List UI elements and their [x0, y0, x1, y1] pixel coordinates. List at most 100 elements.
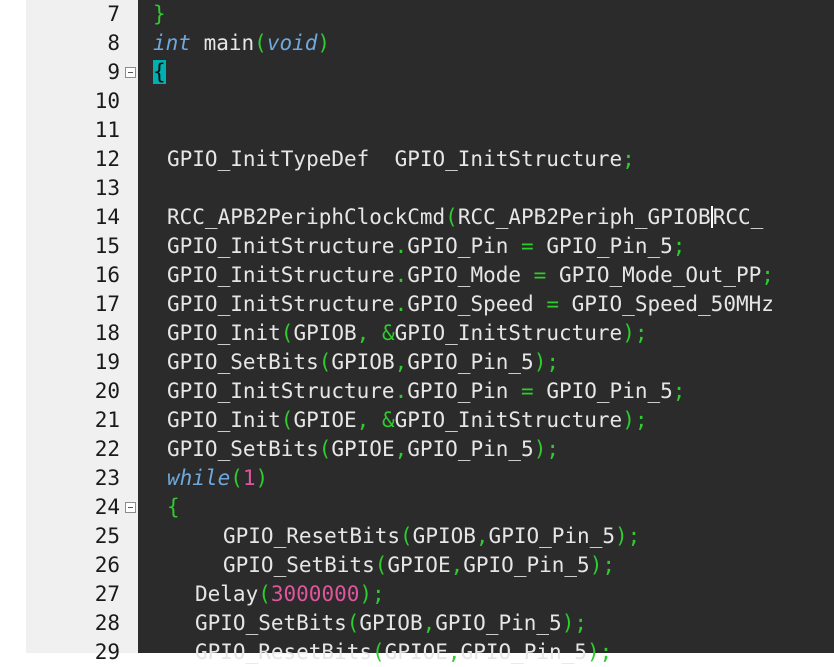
identifier: GPIOE — [387, 553, 451, 577]
line-number: 23 — [94, 466, 120, 490]
operator: = — [521, 379, 534, 403]
code-editor[interactable]: 7 8 9 10 11 12 13 14 15 16 17 18 19 20 2… — [0, 0, 834, 664]
identifier: GPIOB — [359, 611, 423, 635]
code-line[interactable]: } — [153, 0, 166, 29]
punctuation: ( — [280, 321, 294, 345]
punctuation: ( — [400, 524, 413, 548]
punctuation: ; — [672, 379, 686, 403]
function-name: GPIO_SetBits — [223, 553, 375, 577]
identifier: RCC_APB2Periph_GPIOB — [457, 205, 711, 229]
code-line[interactable]: GPIO_InitStructure.GPIO_Pin = GPIO_Pin_5… — [167, 232, 685, 261]
function-name: GPIO_Init — [167, 408, 281, 432]
identifier: GPIO_Pin_5 — [533, 234, 673, 258]
code-line[interactable]: GPIO_Init(GPIOE, &GPIO_InitStructure); — [167, 406, 647, 435]
punctuation: , & — [356, 321, 395, 345]
punctuation: ( — [346, 611, 360, 635]
identifier: GPIO_Pin_5 — [435, 611, 562, 635]
identifier: GPIOB — [331, 350, 395, 374]
function-name: GPIO_ResetBits — [195, 640, 373, 664]
function-name: GPIO_SetBits — [195, 611, 347, 635]
punctuation: , & — [356, 408, 395, 432]
punctuation: ); — [586, 640, 613, 664]
identifier: GPIO_Pin_5 — [407, 437, 534, 461]
code-line[interactable]: Delay(3000000); — [195, 580, 385, 609]
punctuation: ); — [533, 350, 559, 374]
code-line[interactable]: int main(void) — [153, 29, 330, 58]
closing-brace: } — [153, 2, 166, 26]
punctuation: ); — [589, 553, 615, 577]
punctuation: , — [394, 437, 408, 461]
fold-collapse-icon[interactable] — [125, 67, 136, 78]
function-name: GPIO_ResetBits — [223, 524, 401, 548]
punctuation: ) — [317, 31, 331, 55]
line-number: 14 — [94, 205, 120, 229]
code-line[interactable]: GPIO_InitTypeDef GPIO_InitStructure; — [167, 145, 635, 174]
function-name: RCC_APB2PeriphClockCmd — [167, 205, 446, 229]
code-line[interactable]: GPIO_SetBits(GPIOB,GPIO_Pin_5); — [195, 609, 587, 638]
punctuation: , — [475, 524, 489, 548]
line-number: 20 — [94, 379, 120, 403]
code-line[interactable]: GPIO_InitStructure.GPIO_Speed = GPIO_Spe… — [167, 290, 774, 319]
identifier: GPIO_InitStructure — [167, 379, 395, 403]
punctuation: ( — [374, 553, 388, 577]
line-number: 21 — [94, 408, 120, 432]
identifier: GPIO_Speed_50MHz — [558, 292, 774, 316]
identifier: GPIO_Pin — [407, 234, 522, 258]
identifier: GPIO_Pin_5 — [488, 524, 615, 548]
line-number: 8 — [107, 31, 120, 55]
punctuation: , — [450, 553, 464, 577]
line-number: 12 — [94, 147, 120, 171]
code-line[interactable]: { — [153, 58, 166, 87]
code-line[interactable]: GPIO_SetBits(GPIOE,GPIO_Pin_5); — [167, 435, 559, 464]
identifier: GPIO_Mode — [407, 263, 534, 287]
line-number: 28 — [94, 611, 120, 635]
line-number: 24 — [94, 495, 120, 519]
line-number: 13 — [94, 176, 120, 200]
punctuation: . — [394, 379, 408, 403]
code-line[interactable]: GPIO_ResetBits(GPIOB,GPIO_Pin_5); — [223, 522, 640, 551]
line-number: 17 — [94, 292, 120, 316]
code-line[interactable]: RCC_APB2PeriphClockCmd(RCC_APB2Periph_GP… — [167, 203, 763, 232]
punctuation: . — [394, 263, 408, 287]
line-number: 7 — [107, 2, 120, 26]
identifier: GPIO_InitStructure — [167, 234, 395, 258]
line-number: 22 — [94, 437, 120, 461]
code-line[interactable]: GPIO_InitStructure.GPIO_Mode = GPIO_Mode… — [167, 261, 774, 290]
punctuation: ( — [258, 582, 271, 606]
punctuation: ( — [280, 408, 294, 432]
punctuation: . — [394, 234, 408, 258]
punctuation: ( — [318, 437, 332, 461]
code-line[interactable]: GPIO_SetBits(GPIOE,GPIO_Pin_5); — [223, 551, 615, 580]
code-line[interactable]: GPIO_Init(GPIOB, &GPIO_InitStructure); — [167, 319, 647, 348]
opening-brace: { — [167, 495, 180, 519]
identifier: GPIOE — [384, 640, 448, 664]
line-number: 19 — [94, 350, 120, 374]
function-name: GPIO_SetBits — [167, 437, 319, 461]
identifier: GPIO_Speed — [407, 292, 547, 316]
line-number: 18 — [94, 321, 120, 345]
keyword: int — [153, 31, 191, 55]
punctuation: ); — [533, 437, 559, 461]
code-line[interactable]: GPIO_InitStructure.GPIO_Pin = GPIO_Pin_5… — [167, 377, 685, 406]
punctuation: ( — [318, 350, 332, 374]
function-name: GPIO_Init — [167, 321, 281, 345]
code-line[interactable]: while(1) — [167, 464, 268, 493]
line-number: 9 — [107, 60, 120, 84]
fold-margin[interactable] — [124, 0, 138, 653]
matched-brace-highlight: { — [153, 60, 166, 84]
identifier: GPIO_InitStructure — [394, 408, 623, 432]
code-line[interactable]: { — [167, 493, 180, 522]
identifier: GPIO_InitTypeDef GPIO_InitStructure — [167, 147, 623, 171]
operator: = — [546, 292, 559, 316]
identifier: GPIO_InitStructure — [167, 292, 395, 316]
punctuation: ( — [372, 640, 385, 664]
keyword: void — [266, 31, 318, 55]
operator: = — [533, 263, 547, 287]
punctuation: ); — [359, 582, 385, 606]
fold-collapse-icon[interactable] — [125, 502, 136, 513]
line-number: 26 — [94, 553, 120, 577]
punctuation: , — [394, 350, 408, 374]
identifier: GPIOE — [331, 437, 395, 461]
identifier: GPIO_Pin_5 — [407, 350, 534, 374]
code-line[interactable]: GPIO_SetBits(GPIOB,GPIO_Pin_5); — [167, 348, 559, 377]
